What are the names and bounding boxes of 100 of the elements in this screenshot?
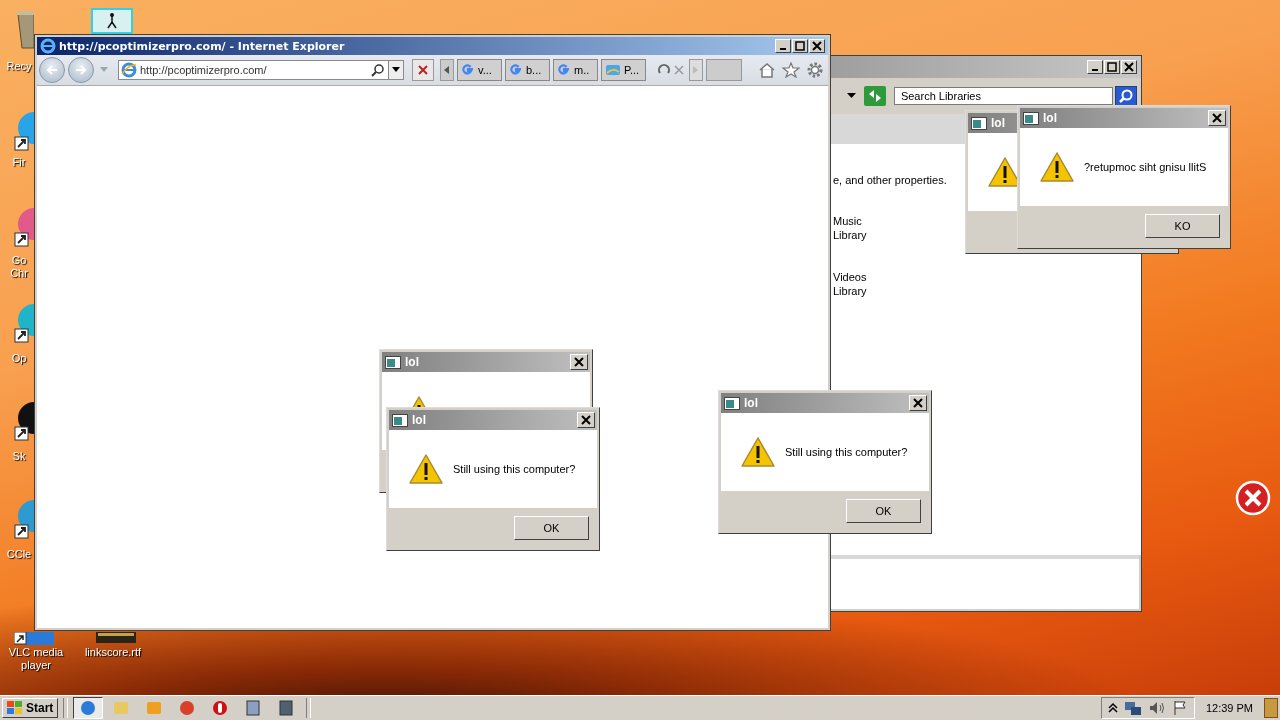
g-logo-icon [509,63,523,77]
library-type: Library [833,284,868,298]
browser-tab[interactable]: v... [457,59,502,81]
address-bar[interactable]: http://pcoptimizerpro.com/ [118,60,404,80]
dropdown-button[interactable] [388,61,403,79]
media-player-icon [145,699,164,717]
window-app-icon [385,355,401,369]
icon-label: Recy [5,60,33,73]
close-icon [913,398,923,408]
dialog-title: lol [991,116,1005,130]
warning-icon [1040,152,1074,182]
close-icon [1124,62,1134,72]
window-app-icon [971,116,987,130]
settings-icon[interactable] [806,61,824,79]
close-icon [1212,113,1222,123]
page-icon [605,63,621,77]
ok-button[interactable]: KO [1145,214,1220,238]
search-icon[interactable] [371,63,385,77]
close-icon[interactable] [1235,480,1271,516]
home-icon[interactable] [758,62,776,78]
g-logo-icon [557,63,571,77]
dialog-message: Still using this computer? [785,446,908,458]
icon-label: Go Chr [9,254,29,280]
library-type: Library [833,228,868,242]
taskbar-app-button[interactable] [73,697,104,719]
minimize-button[interactable] [1087,60,1103,74]
browser-tab[interactable]: m.. [553,59,598,81]
close-button[interactable] [577,412,595,428]
dialog-title: lol [1043,111,1057,125]
close-button[interactable] [570,354,588,370]
app-shortcut-icon[interactable] [14,632,54,645]
minimize-icon [780,48,786,50]
search-field[interactable]: Search Libraries [893,87,1114,105]
clock[interactable]: 12:39 PM [1197,702,1261,714]
flag-icon[interactable] [1171,700,1188,716]
minimize-button[interactable] [775,39,791,53]
trash-bin-icon[interactable] [16,8,34,50]
dropdown-arrow-icon[interactable] [847,93,856,99]
close-button[interactable] [809,39,825,53]
close-button[interactable] [909,395,927,411]
app-shortcut-icon[interactable] [14,498,34,540]
network-icon[interactable] [1123,700,1142,716]
window-icon [277,699,296,717]
back-button[interactable] [39,57,65,83]
maximize-button[interactable] [1104,60,1120,74]
app-shortcut-icon[interactable] [14,206,34,248]
minimize-icon [1092,69,1098,71]
g-logo-icon [461,63,475,77]
browser-logo-icon [121,62,137,78]
close-icon [581,415,591,425]
browser-icon [211,699,230,717]
dialog-message: Still using this computer? [453,463,576,475]
show-desktop-button[interactable] [1264,698,1278,718]
app-shortcut-icon[interactable] [14,302,34,344]
selected-desktop-icon[interactable] [91,8,133,34]
window-title: http://pcoptimizerpro.com/ - Internet Explorer [59,39,345,53]
browser-tab[interactable]: b... [505,59,550,81]
browser-icon [178,699,197,717]
dialog-message: ?retupmoc siht gnisu llitS [1084,161,1207,173]
stop-button[interactable] [412,59,434,81]
left-arrow-icon [444,66,450,74]
window-app-icon [724,396,740,410]
app-shortcut-icon[interactable] [14,400,34,442]
search-button[interactable] [1115,86,1137,106]
icon-label: Op [10,352,28,365]
app-shortcut-icon[interactable] [14,110,34,152]
dialog-title: lol [405,355,419,369]
right-arrow-icon [693,66,699,74]
start-button[interactable]: Start [2,698,59,718]
refresh-icon[interactable] [863,86,886,106]
browser-logo-icon [40,38,56,54]
ok-button[interactable]: OK [846,499,921,523]
close-button[interactable] [1208,110,1226,126]
forward-button[interactable] [68,57,94,83]
library-name[interactable]: Videos [833,270,1141,284]
back-arrow-icon [46,64,58,76]
chevron-up-icon[interactable] [1107,702,1118,714]
close-icon [574,357,584,367]
star-icon[interactable] [782,62,800,78]
icon-label: Sk [11,450,27,463]
tab-scroll-left-button[interactable] [440,59,454,81]
maximize-icon [1107,62,1117,72]
speaker-icon[interactable] [1147,700,1166,716]
icon-label: Fir [11,156,27,169]
windows-logo-icon [7,701,23,715]
dialog-title: lol [744,396,758,410]
window-app-icon [392,413,408,427]
close-button[interactable] [1121,60,1137,74]
browser-icon [79,699,98,717]
caret-icon [392,67,400,73]
warning-icon [409,454,443,484]
maximize-button[interactable] [792,39,808,53]
calculator-icon [244,699,263,717]
browser-tab[interactable]: P... [601,59,646,81]
icon-label: CCle [5,548,33,561]
warning-icon [741,437,775,467]
ok-button[interactable]: OK [514,516,589,540]
forward-arrow-icon [75,64,87,76]
document-icon[interactable] [96,632,136,643]
maximize-icon [795,41,805,51]
